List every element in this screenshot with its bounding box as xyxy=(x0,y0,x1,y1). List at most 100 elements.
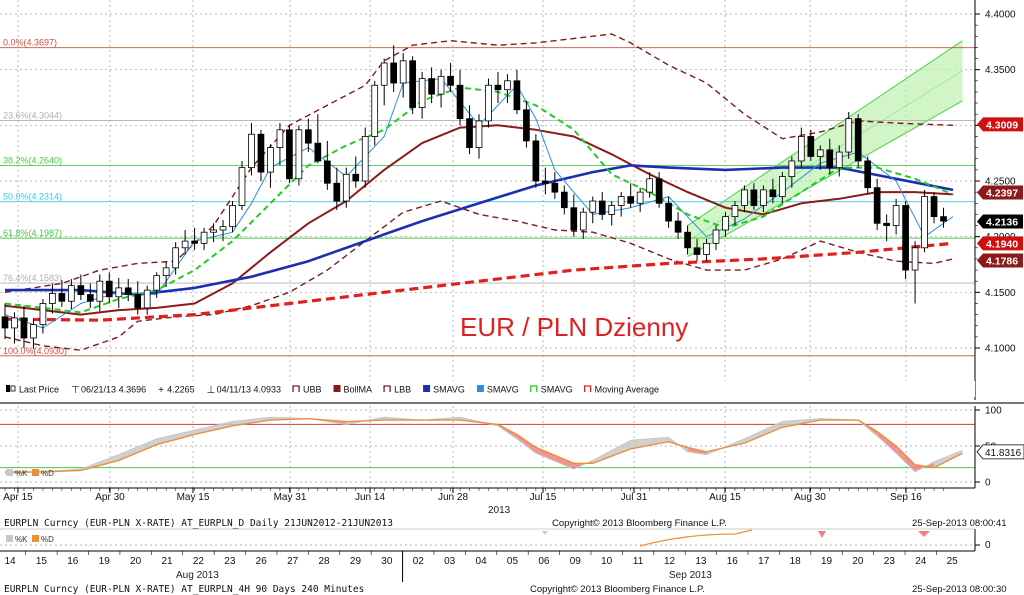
intraday-footer-timestamp: 25-Sep-2013 08:00:30 xyxy=(912,584,1007,595)
price-tag-label: 4.2136 xyxy=(986,217,1018,229)
candle-body-up xyxy=(475,120,483,148)
intraday-day-label: 23 xyxy=(884,556,896,567)
stochastic-tick-label: 0 xyxy=(985,478,991,489)
candle-body-up xyxy=(200,231,208,244)
candle-body-down xyxy=(286,129,293,180)
candle-body-up xyxy=(712,229,720,244)
price-tag-label: 4.3009 xyxy=(986,119,1018,131)
intraday-day-label: 05 xyxy=(507,556,519,567)
candle-body-down xyxy=(570,207,578,231)
candle-body-up xyxy=(911,247,919,271)
candle-body-down xyxy=(523,109,530,142)
candle-body-down xyxy=(333,182,341,202)
intraday-month-aug: Aug 2013 xyxy=(176,570,219,581)
price-axis[interactable]: 4.40004.35004.30004.25004.20004.15004.10… xyxy=(974,0,1016,400)
candle-body-up xyxy=(172,247,179,269)
candle-body-up xyxy=(276,129,284,149)
candle-body-up xyxy=(96,280,104,302)
stochastic-tick-label: 100 xyxy=(985,406,1002,417)
candle-body-up xyxy=(248,133,255,169)
candle-body-up xyxy=(485,84,492,122)
intraday-day-label: 29 xyxy=(350,556,362,567)
legend-low-icon: ⊥ xyxy=(207,385,216,396)
candle-body-down xyxy=(390,62,398,84)
candle-body-down xyxy=(105,280,113,298)
candle-body-up xyxy=(579,211,587,231)
intraday-footer-copyright: Copyright© 2013 Bloomberg Finance L.P. xyxy=(530,584,705,595)
candle-body-down xyxy=(134,294,142,309)
date-tick-label: Jul 15 xyxy=(530,492,557,503)
candle-body-down xyxy=(684,231,691,249)
candle-body-up xyxy=(722,216,729,231)
candle xyxy=(371,80,379,146)
intraday-day-label: 12 xyxy=(664,556,676,567)
legend-label: BollMA xyxy=(344,385,373,395)
fib-label: 76.4%(4.1583) xyxy=(3,273,62,283)
date-tick-label: Aug 15 xyxy=(709,492,741,503)
stochastic-legend-label: %D xyxy=(41,469,54,478)
candle-body-down xyxy=(627,196,635,204)
intraday-stochastic-panel: %K %D 0 xyxy=(0,528,991,551)
price-tick-label: 4.3500 xyxy=(985,65,1016,76)
intraday-axis[interactable]: 0 xyxy=(974,529,991,551)
date-tick-label: May 15 xyxy=(177,492,210,503)
legend-label: SMAVG xyxy=(541,385,573,395)
candle-body-up xyxy=(219,226,227,231)
candle xyxy=(409,56,416,115)
date-tick-label: Jun 28 xyxy=(438,492,468,503)
candle-body-up xyxy=(816,149,824,157)
candle-body-up xyxy=(115,287,123,298)
candle-body-up xyxy=(921,196,928,249)
price-tags: 4.3009 4.2397 4.2136 4.1940 4.1786 xyxy=(977,117,1023,268)
candle-body-up xyxy=(437,75,445,95)
intraday-day-label: 19 xyxy=(821,556,833,567)
intraday-footer-ticker: EURPLN Curncy (EUR-PLN X-RATE) AT_EURPLN… xyxy=(4,584,364,595)
candle-body-down xyxy=(750,189,758,206)
intraday-day-label: 24 xyxy=(915,556,927,567)
candle-body-up xyxy=(636,191,644,204)
axis-year: 2013 xyxy=(488,505,511,516)
price-tick-label: 4.1000 xyxy=(985,344,1016,355)
candle-body-up xyxy=(68,285,75,302)
candle-body-down xyxy=(560,191,568,209)
fib-label: 0.0%(4.3697) xyxy=(3,38,57,48)
candle-body-down xyxy=(513,80,521,111)
candle-body-down xyxy=(883,222,890,226)
intraday-date-axis[interactable]: 14 15 16 19 20 21 22 23 26 27 28 29 30 02 03 04 05 06 09 10… xyxy=(0,550,975,582)
stochastic-axis[interactable]: 10050041.8316 xyxy=(974,406,1024,489)
candle xyxy=(295,125,303,186)
candle-body-down xyxy=(409,60,416,108)
intraday-day-label: 02 xyxy=(413,556,425,567)
price-tag-label: 4.1786 xyxy=(986,255,1018,267)
intraday-month-sep: Sep 2013 xyxy=(669,570,712,581)
intraday-day-label: 28 xyxy=(318,556,330,567)
date-axis[interactable]: Apr 15 Apr 30 May 15 May 31 Jun 14 Jun 28 Jul … xyxy=(0,487,975,503)
candle-body-up xyxy=(229,205,236,228)
intraday-day-label: 13 xyxy=(695,556,707,567)
candle-body-up xyxy=(779,176,786,197)
legend-item: ⊥ 04/11/13 4.0933 xyxy=(207,385,281,397)
candle-body-down xyxy=(323,160,331,184)
intraday-day-label: 10 xyxy=(601,556,613,567)
intraday-day-label: 14 xyxy=(4,556,16,567)
candle xyxy=(532,134,540,188)
candle-body-up xyxy=(380,62,388,86)
chart-canvas: 0.0%(4.3697) 23.6%(4.3044) 38.2%(4.2640) 50… xyxy=(0,0,1024,595)
candle-body-up xyxy=(49,293,56,304)
candle-body-down xyxy=(1,316,9,329)
legend-item: Moving Average xyxy=(583,385,659,395)
candle-body-up xyxy=(238,167,246,206)
candle-body-down xyxy=(769,189,777,197)
candle-body-down xyxy=(532,140,540,182)
candle-body-up xyxy=(39,303,47,326)
legend-label: Last Price xyxy=(19,385,59,395)
candle xyxy=(361,127,369,188)
intraday-legend-swatch xyxy=(32,535,39,542)
candle-body-down xyxy=(124,287,132,295)
intraday-tick-label: 0 xyxy=(985,540,991,551)
price-tag: 4.2136 xyxy=(977,214,1023,229)
price-tag: 4.2397 xyxy=(977,185,1023,200)
date-tick-label: Sep 16 xyxy=(890,492,922,503)
candle-body-up xyxy=(399,60,407,84)
candle-body-up xyxy=(731,205,739,218)
